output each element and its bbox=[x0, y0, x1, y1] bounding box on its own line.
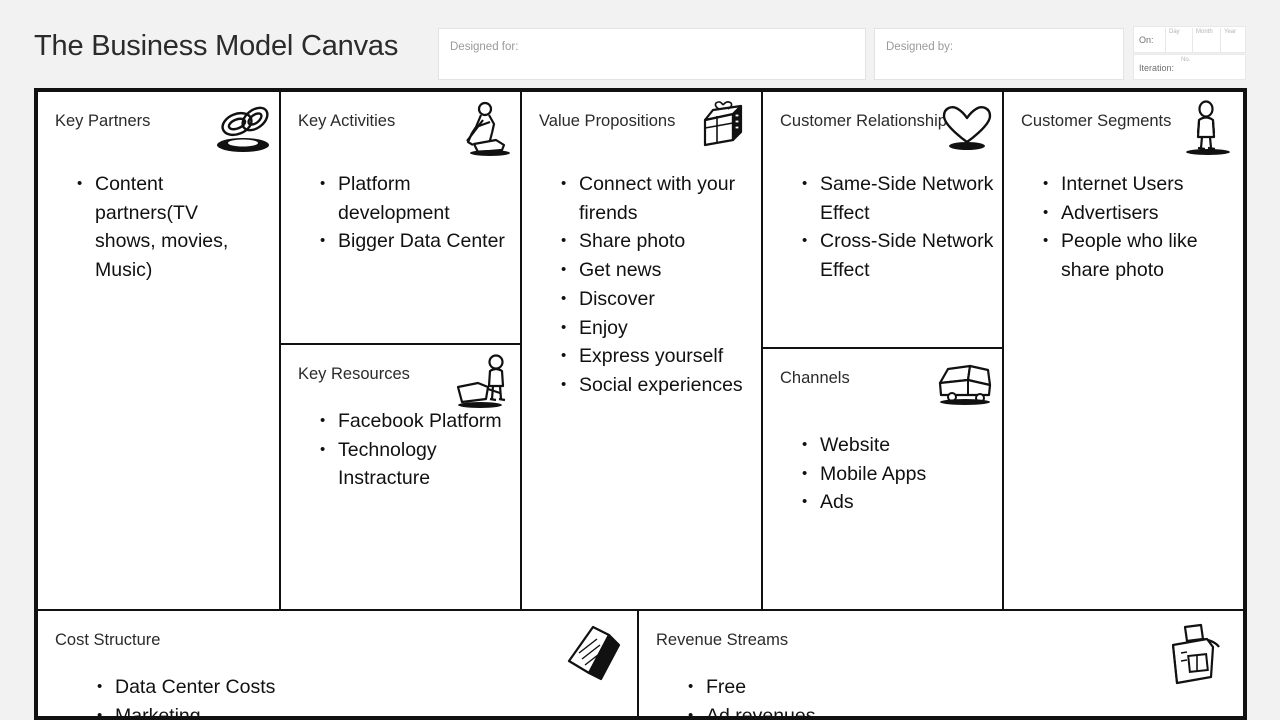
designed-by-field[interactable]: Designed by: bbox=[874, 28, 1124, 80]
list-item: Ad revenues bbox=[669, 702, 1189, 716]
list-item: Mobile Apps bbox=[783, 460, 993, 489]
block-title-customer-segments: Customer Segments bbox=[1021, 112, 1172, 130]
year-field[interactable]: Year bbox=[1220, 28, 1246, 53]
block-title-cost-structure: Cost Structure bbox=[55, 631, 161, 649]
list-item: Internet Users bbox=[1024, 170, 1239, 199]
month-field[interactable]: Month bbox=[1192, 28, 1220, 53]
designed-by-label: Designed by: bbox=[886, 41, 954, 53]
page-title: The Business Model Canvas bbox=[34, 30, 399, 62]
list-item: Technology Instracture bbox=[301, 436, 506, 493]
day-field[interactable]: Day bbox=[1165, 28, 1192, 53]
chain-links-icon bbox=[211, 100, 273, 158]
list-item: Get news bbox=[542, 256, 754, 285]
bullet-list-key-activities: Platform development Bigger Data Center bbox=[301, 170, 506, 256]
date-fields-group: On: Day Month Year Iteration: No. bbox=[1133, 26, 1246, 80]
on-date-field[interactable]: On: Day Month Year bbox=[1133, 26, 1246, 53]
block-customer-segments[interactable]: Customer Segments Internet Users bbox=[1002, 92, 1243, 609]
day-label: Day bbox=[1169, 29, 1180, 35]
block-key-partners[interactable]: Key Partners Content partners(TV shows, … bbox=[38, 92, 279, 609]
bullet-list-revenue-streams: Free Ad revenues bbox=[669, 673, 1189, 716]
list-item: Social experiences bbox=[542, 371, 754, 400]
list-item: Data Center Costs bbox=[78, 673, 598, 702]
delivery-truck-icon bbox=[934, 357, 996, 415]
canvas-header: The Business Model Canvas Designed for: … bbox=[0, 0, 1280, 88]
block-value-propositions[interactable]: Value Propositions Connec bbox=[520, 92, 761, 609]
on-label: On: bbox=[1139, 35, 1154, 45]
block-customer-relationships[interactable]: Customer Relationships Same-Side Network… bbox=[761, 92, 1002, 347]
list-item: People who like share photo bbox=[1024, 227, 1239, 284]
list-item: Marketing bbox=[78, 702, 598, 716]
list-item: Enjoy bbox=[542, 314, 754, 343]
block-title-revenue-streams: Revenue Streams bbox=[656, 631, 789, 649]
block-key-activities[interactable]: Key Activities Platform development Bigg… bbox=[279, 92, 520, 343]
bullet-list-cost-structure: Data Center Costs Marketing bbox=[78, 673, 598, 716]
bullet-list-value-propositions: Connect with your firends Share photo Ge… bbox=[542, 170, 754, 400]
block-key-resources[interactable]: Key Resources Facebook Platform bbox=[279, 343, 520, 609]
worker-sweeping-icon bbox=[452, 100, 514, 158]
block-title-key-activities: Key Activities bbox=[298, 112, 396, 130]
list-item: Free bbox=[669, 673, 1189, 702]
gift-package-icon bbox=[693, 100, 755, 158]
list-item: Share photo bbox=[542, 227, 754, 256]
list-item: Discover bbox=[542, 285, 754, 314]
designed-for-label: Designed for: bbox=[450, 41, 519, 53]
year-label: Year bbox=[1224, 29, 1237, 35]
cash-register-icon bbox=[1155, 623, 1229, 689]
block-title-customer-relationships: Customer Relationships bbox=[780, 112, 956, 130]
list-item: Facebook Platform bbox=[301, 407, 506, 436]
block-revenue-streams[interactable]: Revenue Streams Free Ad revenues bbox=[637, 609, 1243, 716]
designed-for-field[interactable]: Designed for: bbox=[438, 28, 866, 80]
list-item: Cross-Side Network Effect bbox=[783, 227, 998, 284]
block-title-key-resources: Key Resources bbox=[298, 365, 410, 383]
bullet-list-customer-relationships: Same-Side Network Effect Cross-Side Netw… bbox=[783, 170, 998, 285]
list-item: Express yourself bbox=[542, 342, 754, 371]
list-item: Connect with your firends bbox=[542, 170, 754, 227]
bullet-list-key-partners: Content partners(TV shows, movies, Music… bbox=[58, 170, 258, 285]
receipt-paper-icon bbox=[549, 623, 623, 689]
bullet-list-channels: Website Mobile Apps Ads bbox=[783, 431, 993, 517]
block-title-key-partners: Key Partners bbox=[55, 112, 151, 130]
list-item: Advertisers bbox=[1024, 199, 1239, 228]
bullet-list-key-resources: Facebook Platform Technology Instracture bbox=[301, 407, 506, 493]
iteration-number-field[interactable]: No. bbox=[1178, 56, 1246, 80]
standing-person-icon bbox=[1175, 100, 1237, 158]
list-item: Bigger Data Center bbox=[301, 227, 506, 256]
list-item: Website bbox=[783, 431, 993, 460]
iteration-no-label: No. bbox=[1181, 57, 1191, 63]
month-label: Month bbox=[1196, 29, 1213, 35]
block-channels[interactable]: Channels Website Mobile Apps Ads bbox=[761, 347, 1002, 609]
business-model-canvas-grid: Key Partners Content partners(TV shows, … bbox=[34, 88, 1247, 720]
list-item: Content partners(TV shows, movies, Music… bbox=[58, 170, 258, 285]
block-title-channels: Channels bbox=[780, 369, 850, 387]
list-item: Platform development bbox=[301, 170, 506, 227]
person-with-cart-icon bbox=[452, 353, 514, 411]
block-title-value-propositions: Value Propositions bbox=[539, 112, 676, 130]
list-item: Ads bbox=[783, 488, 993, 517]
block-cost-structure[interactable]: Cost Structure Data Center Costs Marketi… bbox=[38, 609, 637, 716]
iteration-label: Iteration: bbox=[1139, 63, 1175, 73]
bullet-list-customer-segments: Internet Users Advertisers People who li… bbox=[1024, 170, 1239, 285]
list-item: Same-Side Network Effect bbox=[783, 170, 998, 227]
iteration-field[interactable]: Iteration: No. bbox=[1133, 54, 1246, 80]
